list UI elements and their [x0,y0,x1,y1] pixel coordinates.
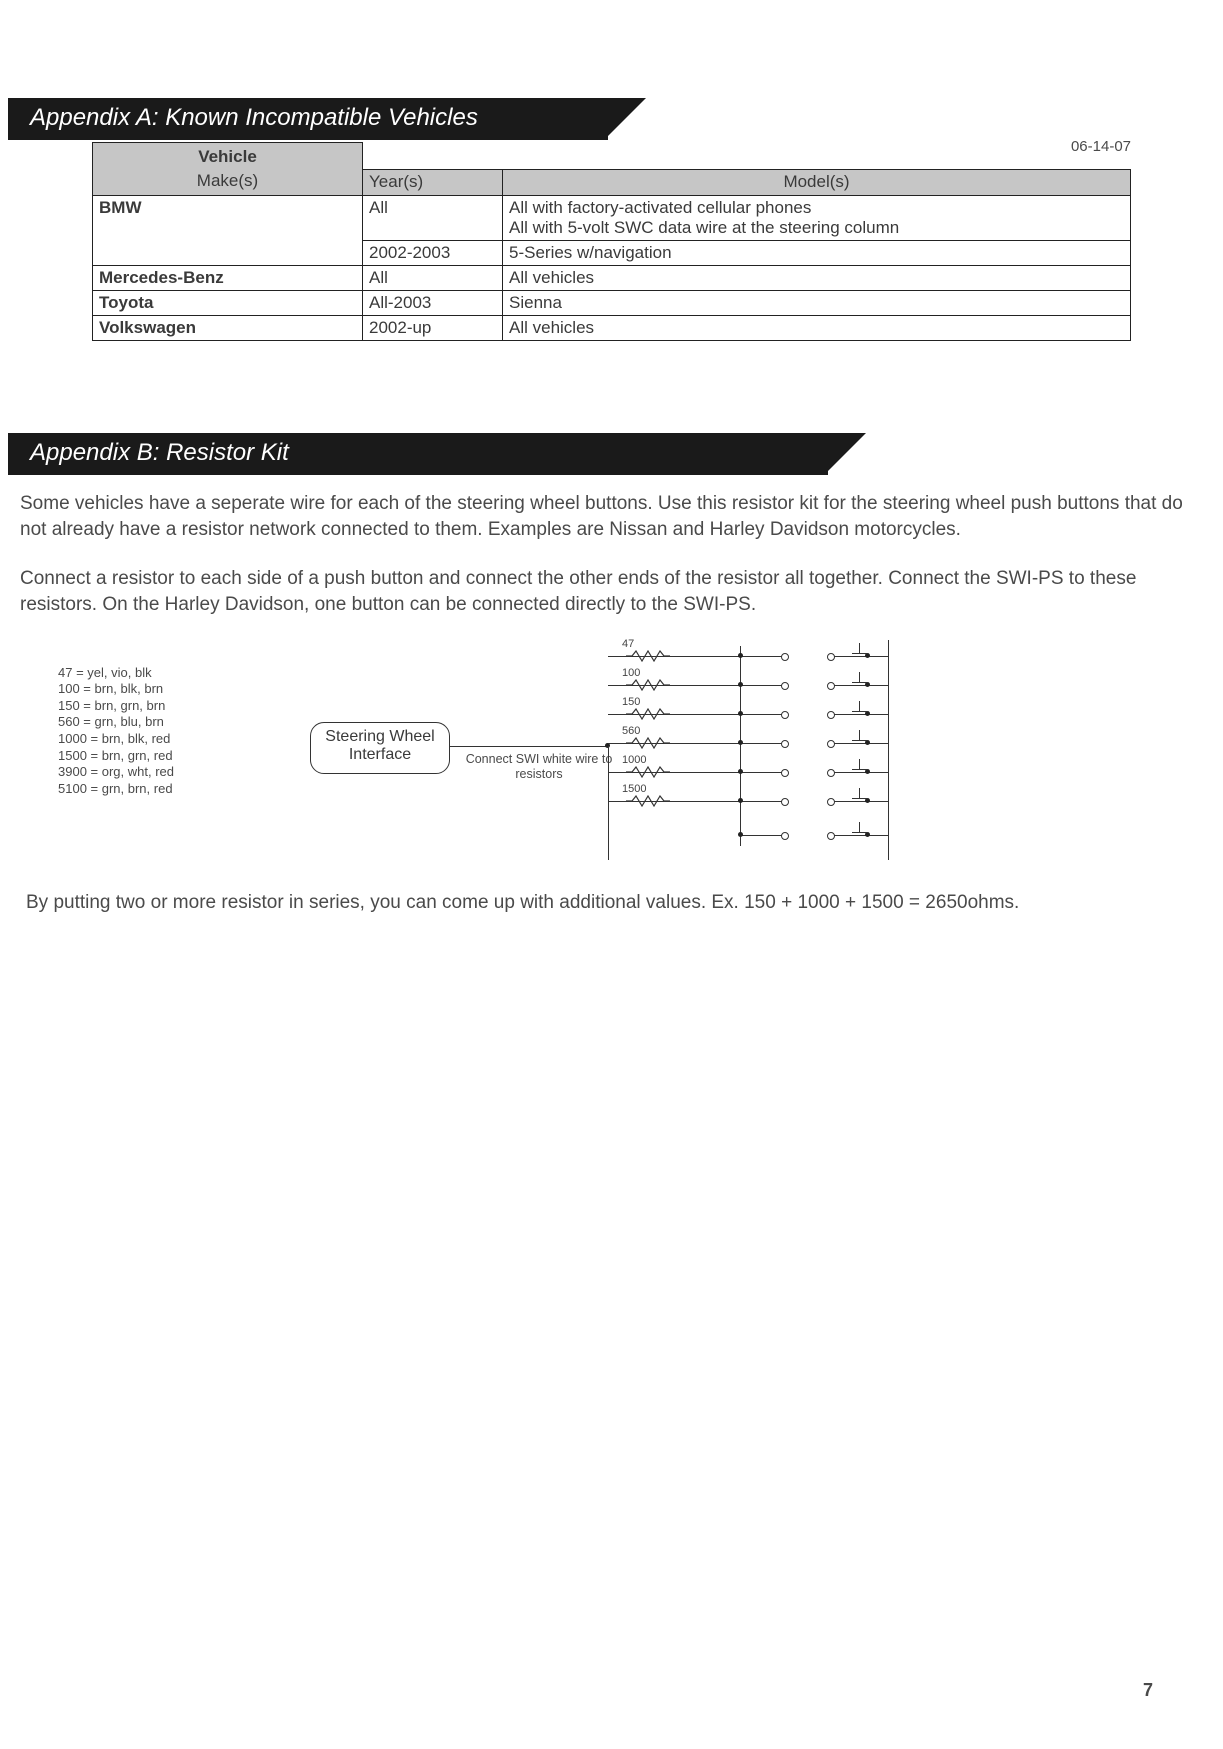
page-number: 7 [1143,1680,1153,1701]
resistor-ladder: 47 100 150 560 1000 1500 [608,640,898,860]
resistor-legend-line: 1000 = brn, blk, red [58,731,174,748]
table-row: Volkswagen 2002-up All vehicles [93,316,1131,341]
ladder-rung: 100 [608,674,890,692]
appendix-b-para2: Connect a resistor to each side of a pus… [20,566,1203,617]
col-years: Year(s) [363,169,503,196]
ladder-rung: 150 [608,703,890,721]
resistor-value-label: 150 [622,696,640,708]
resistor-value-label: 560 [622,725,640,737]
resistor-legend: 47 = yel, vio, blk100 = brn, blk, brn150… [58,665,174,798]
table-row: BMW All All with factory-activated cellu… [93,196,1131,241]
steering-wheel-interface-box: Steering Wheel Interface [310,722,450,774]
ladder-rung: 47 [608,645,890,663]
resistor-legend-line: 3900 = org, wht, red [58,764,174,781]
table-row: Toyota All-2003 Sienna [93,291,1131,316]
resistor-value-label: 1500 [622,783,646,795]
appendix-b-para1: Some vehicles have a seperate wire for e… [20,491,1203,542]
connect-note: Connect SWI white wire to resistors [464,752,614,782]
resistor-legend-line: 560 = grn, blu, brn [58,714,174,731]
table-row: Mercedes-Benz All All vehicles [93,266,1131,291]
ladder-rung: 1500 [608,790,890,808]
appendix-b-header: Appendix B: Resistor Kit [8,433,828,475]
push-button-switch-icon [784,682,832,691]
resistor-value-label: 100 [622,667,640,679]
incompatible-vehicles-table: Vehicle Make(s) Year(s) Model(s) BMW All… [92,142,1131,341]
resistor-legend-line: 5100 = grn, brn, red [58,781,174,798]
ladder-rung [608,824,890,842]
resistor-legend-line: 150 = brn, grn, brn [58,698,174,715]
resistor-legend-line: 100 = brn, blk, brn [58,681,174,698]
push-button-switch-icon [784,653,832,662]
document-date: 06-14-07 [1071,138,1131,155]
resistor-legend-line: 1500 = brn, grn, red [58,748,174,765]
resistor-value-label: 1000 [622,754,646,766]
resistor-legend-line: 47 = yel, vio, blk [58,665,174,682]
push-button-switch-icon [784,798,832,807]
push-button-switch-icon [784,769,832,778]
col-makes: Make(s) [93,169,363,196]
resistor-diagram: 47 = yel, vio, blk100 = brn, blk, brn150… [0,640,1223,870]
push-button-switch-icon [784,740,832,749]
col-vehicle: Vehicle [93,143,363,170]
push-button-switch-icon [784,711,832,720]
ladder-rung: 560 [608,732,890,750]
appendix-b-para3: By putting two or more resistor in serie… [26,890,1197,916]
col-models: Model(s) [503,169,1131,196]
ladder-rung: 1000 [608,761,890,779]
resistor-value-label: 47 [622,638,634,650]
appendix-a-header: Appendix A: Known Incompatible Vehicles [8,98,608,140]
push-button-switch-icon [784,832,832,841]
